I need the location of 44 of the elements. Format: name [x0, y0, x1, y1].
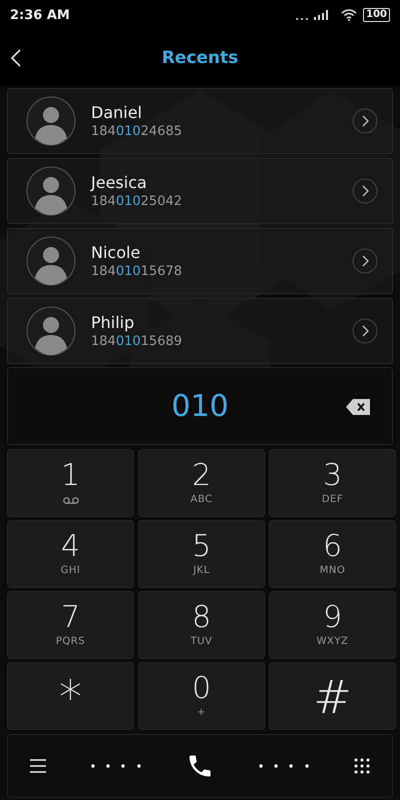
menu-icon[interactable] [30, 759, 46, 773]
dial-key[interactable]: 2 ABC [138, 449, 265, 517]
contact-name: Philip [91, 313, 136, 332]
chevron-right-icon[interactable] [352, 248, 378, 274]
contact-name: Nicole [91, 243, 142, 262]
battery-indicator: 100 [363, 8, 390, 22]
status-time: 2:36 AM [10, 8, 70, 22]
back-icon[interactable] [11, 49, 21, 67]
dial-key[interactable]: 5 JKL [138, 520, 265, 588]
dial-key[interactable]: 0 + [138, 662, 265, 730]
keypad-icon[interactable] [354, 758, 370, 774]
avatar-icon [26, 236, 76, 286]
screen-title: Recents [162, 48, 238, 68]
contact-name: Jeesica [91, 173, 148, 192]
avatar-icon [26, 306, 76, 356]
phone-number: 18401015689 [91, 334, 184, 349]
phone-number: 18401024685 [91, 124, 184, 139]
voicemail-icon [62, 497, 78, 504]
dial-key[interactable]: 6 MNO [269, 520, 396, 588]
avatar-icon [26, 96, 76, 146]
contact-row[interactable]: Nicole 18401015678 [7, 228, 393, 294]
phone-number: 18401025042 [91, 194, 184, 209]
dial-key[interactable]: 7 PQRS [7, 591, 134, 659]
contact-row[interactable]: Philip 18401015689 [7, 298, 393, 364]
backspace-icon[interactable] [346, 399, 370, 415]
wifi-icon [341, 9, 358, 21]
chevron-right-icon[interactable] [352, 318, 378, 344]
phone-number: 18401015678 [91, 264, 184, 279]
dial-key[interactable]: 8 TUV [138, 591, 265, 659]
dial-key[interactable]: 3 DEF [269, 449, 396, 517]
dial-key[interactable]: # [269, 662, 396, 730]
dots-icon [258, 764, 309, 768]
avatar-icon [26, 166, 76, 216]
dots-icon [91, 764, 142, 768]
contact-row[interactable]: Jeesica 18401025042 [7, 158, 393, 224]
dialed-number: 010 [171, 388, 229, 424]
dial-key[interactable]: 4 GHI [7, 520, 134, 588]
dial-key[interactable]: * [7, 662, 134, 730]
dial-key[interactable]: 1 [7, 449, 134, 517]
chevron-right-icon[interactable] [352, 108, 378, 134]
dial-key[interactable]: 9 WXYZ [269, 591, 396, 659]
chevron-right-icon[interactable] [352, 178, 378, 204]
contact-name: Daniel [91, 103, 143, 122]
contact-row[interactable]: Daniel 18401024685 [7, 88, 393, 154]
